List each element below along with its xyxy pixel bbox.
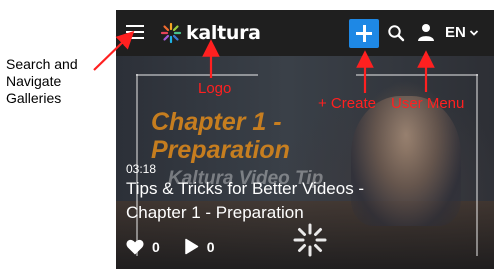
search-icon[interactable]	[387, 24, 405, 42]
thumbnail-chapter-line: Chapter 1 -	[151, 108, 282, 136]
video-stats: 0 0	[126, 238, 239, 255]
likes-count: 0	[152, 238, 160, 255]
thumbnail-chapter-text: Chapter 1 - Preparation	[151, 108, 290, 164]
annotation-line-2: Navigate	[6, 73, 62, 89]
language-label: EN	[445, 24, 466, 41]
kaltura-logo-icon	[160, 22, 182, 44]
thumbnail-frame-line	[476, 74, 478, 256]
annotation-user-menu: User Menu	[391, 95, 465, 112]
app-frame: kaltura EN Chapter 1 - Preparation Kaltur…	[116, 10, 494, 269]
heart-icon	[126, 239, 144, 254]
user-icon[interactable]	[418, 23, 434, 41]
thumbnail-chapter-line: Preparation	[151, 136, 290, 164]
kaltura-logo[interactable]: kaltura	[160, 21, 261, 45]
video-title[interactable]: Tips & Tricks for Better Videos - Chapte…	[126, 177, 426, 225]
chevron-down-icon	[469, 29, 478, 36]
play-icon	[185, 238, 199, 255]
annotation-search-navigate: Search and Navigate Galleries	[6, 56, 104, 107]
annotation-line-3: Galleries	[6, 90, 62, 106]
plays-count: 0	[206, 238, 215, 255]
logo-text: kaltura	[186, 22, 261, 44]
header-bar: kaltura EN	[116, 10, 494, 56]
annotation-line-1: Search and	[6, 56, 78, 72]
video-duration: 03:18	[126, 162, 157, 176]
thumbnail-frame-line	[356, 74, 478, 76]
likes-stat[interactable]: 0	[126, 239, 160, 255]
annotation-logo: Logo	[198, 80, 232, 97]
plays-stat: 0	[184, 238, 215, 255]
thumbnail-frame-line	[136, 74, 258, 76]
kaltura-watermark-icon	[293, 223, 327, 257]
create-button[interactable]	[349, 19, 379, 48]
video-card[interactable]: Chapter 1 - Preparation Kaltura Video Tip…	[116, 56, 494, 269]
hamburger-icon[interactable]	[126, 24, 144, 40]
language-selector[interactable]: EN	[445, 24, 479, 41]
annotation-create: + Create	[318, 95, 376, 112]
